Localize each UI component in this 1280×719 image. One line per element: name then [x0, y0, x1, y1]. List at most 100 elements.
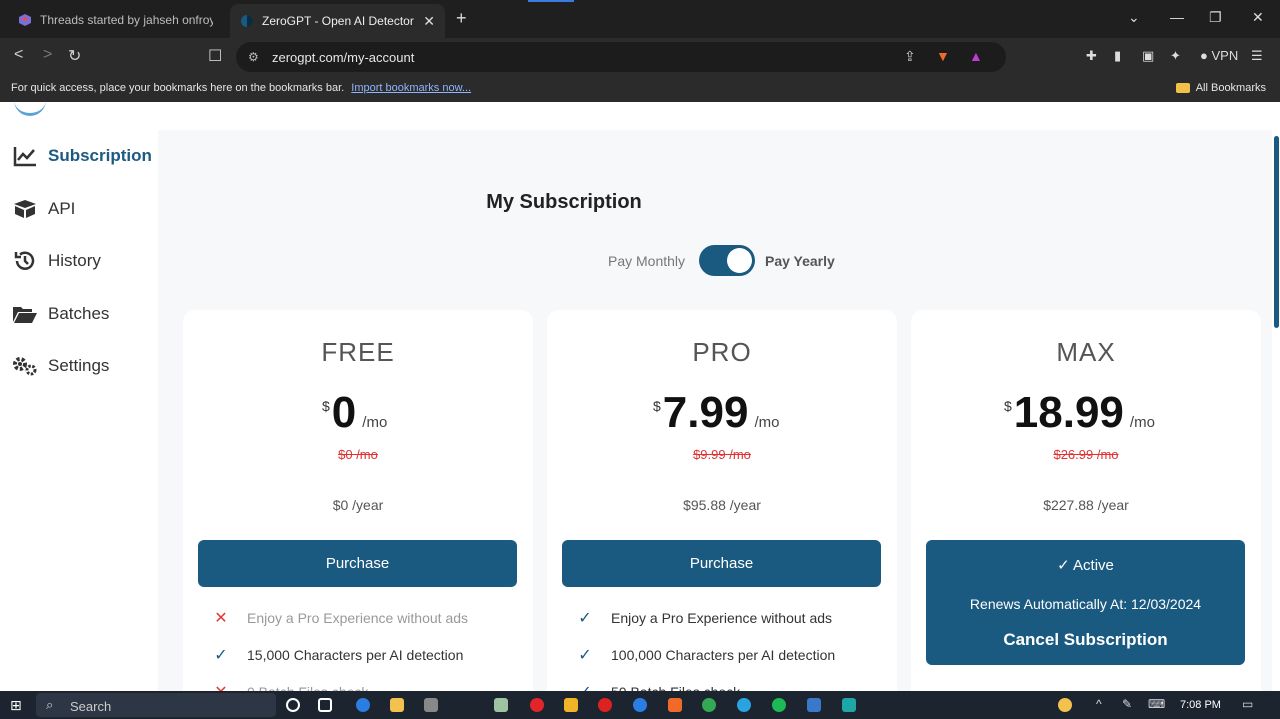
- vpn-label: VPN: [1211, 48, 1239, 63]
- forward-icon[interactable]: >: [43, 46, 52, 64]
- feature-item: ✓ 15,000 Characters per AI detection: [209, 645, 463, 665]
- price-amount: 0: [331, 388, 357, 437]
- page-scrollbar[interactable]: [1274, 136, 1279, 328]
- close-window-icon[interactable]: ✕: [1252, 9, 1264, 26]
- spotify-icon[interactable]: [772, 698, 786, 712]
- close-tab-icon[interactable]: ✕: [423, 13, 435, 30]
- search-placeholder: Search: [70, 699, 112, 714]
- check-icon: ✓: [578, 647, 592, 664]
- plan-price: $ 0 /mo: [322, 388, 387, 438]
- firefox-icon[interactable]: [633, 698, 647, 712]
- yearly-price: $227.88 /year: [1043, 497, 1129, 513]
- photos-icon[interactable]: [807, 698, 821, 712]
- history-icon: [12, 249, 38, 273]
- leo-ai-icon[interactable]: ✦: [1170, 48, 1181, 64]
- sidebar-item-history[interactable]: History: [12, 249, 101, 273]
- cortana-icon[interactable]: [286, 698, 300, 712]
- feature-item: ✓ Enjoy a Pro Experience without ads: [573, 608, 832, 628]
- old-price: $9.99 /mo: [693, 447, 751, 462]
- sidebar-item-label: Settings: [48, 356, 110, 375]
- reload-icon[interactable]: ↻: [68, 46, 81, 66]
- import-bookmarks-link[interactable]: Import bookmarks now...: [351, 82, 471, 94]
- notifications-icon[interactable]: ▭: [1242, 697, 1253, 711]
- bookmarks-hint: For quick access, place your bookmarks h…: [11, 82, 471, 94]
- restore-icon[interactable]: ❐: [1209, 9, 1222, 26]
- vpn-button[interactable]: ● VPN: [1200, 48, 1238, 63]
- brave-taskbar-icon[interactable]: [668, 698, 682, 712]
- tab-threads[interactable]: Threads started by jahseh onfroy | P: [8, 5, 223, 34]
- currency-symbol: $: [653, 398, 661, 414]
- feature-item: ✕ Enjoy a Pro Experience without ads: [209, 608, 468, 628]
- edge-icon[interactable]: [356, 698, 370, 712]
- extensions-icon[interactable]: ✚: [1086, 48, 1097, 64]
- wallet-icon[interactable]: ▣: [1142, 48, 1154, 64]
- minimize-icon[interactable]: —: [1170, 9, 1184, 25]
- billing-period-toggle[interactable]: [699, 245, 755, 276]
- page-title: My Subscription: [486, 191, 642, 213]
- address-bar[interactable]: ⚙ zerogpt.com/my-account ⇪ ▼ ▲: [236, 42, 1006, 72]
- telegram-icon[interactable]: [737, 698, 751, 712]
- keyboard-icon[interactable]: ⌨: [1148, 697, 1165, 711]
- active-subscription-panel: ✓ Active Renews Automatically At: 12/03/…: [926, 540, 1245, 665]
- notepad-icon[interactable]: [494, 698, 508, 712]
- tray-chevron-icon[interactable]: ^: [1096, 697, 1102, 711]
- taskbar-search[interactable]: ⌕ Search: [36, 693, 276, 717]
- task-view-icon[interactable]: [318, 698, 332, 712]
- price-period: /mo: [1129, 414, 1155, 431]
- sidebar-toggle-icon[interactable]: ▮: [1114, 48, 1121, 64]
- brave-rewards-icon[interactable]: ▲: [969, 48, 983, 64]
- currency-symbol: $: [322, 398, 330, 414]
- bookmarks-bar: For quick access, place your bookmarks h…: [0, 76, 1280, 102]
- share-icon[interactable]: ⇪: [904, 48, 916, 65]
- old-price: $0 /mo: [338, 447, 378, 462]
- all-bookmarks-button[interactable]: All Bookmarks: [1175, 82, 1266, 94]
- check-icon: ✓: [578, 610, 592, 627]
- folder-open-icon: [12, 302, 38, 326]
- app-icon[interactable]: [424, 698, 438, 712]
- purchase-pro-button[interactable]: Purchase: [562, 540, 881, 587]
- menu-icon[interactable]: ☰: [1251, 48, 1263, 64]
- all-bookmarks-label: All Bookmarks: [1195, 82, 1266, 94]
- opera-icon[interactable]: [530, 698, 544, 712]
- back-icon[interactable]: <: [14, 46, 23, 64]
- renewal-date: Renews Automatically At: 12/03/2024: [969, 596, 1202, 612]
- folder-icon: [1175, 83, 1190, 93]
- site-settings-icon[interactable]: ⚙: [248, 50, 259, 64]
- file-explorer-icon[interactable]: [390, 698, 404, 712]
- sidebar-item-subscription[interactable]: Subscription: [12, 144, 152, 168]
- sidebar-item-label: Batches: [48, 304, 110, 323]
- sidebar-item-label: Subscription: [48, 146, 152, 165]
- cancel-subscription-button[interactable]: Cancel Subscription: [926, 630, 1245, 650]
- record-app-icon[interactable]: [598, 698, 612, 712]
- browser-tab-strip: Threads started by jahseh onfroy | P Zer…: [0, 0, 1280, 38]
- pen-icon[interactable]: ✎: [1122, 697, 1132, 711]
- weather-icon[interactable]: [1058, 698, 1072, 712]
- sidebar-item-batches[interactable]: Batches: [12, 302, 109, 326]
- currency-symbol: $: [1004, 398, 1012, 414]
- new-tab-icon[interactable]: +: [456, 8, 467, 29]
- site-logo[interactable]: [14, 100, 46, 116]
- plan-price: $ 7.99 /mo: [653, 388, 779, 438]
- pay-yearly-label[interactable]: Pay Yearly: [765, 253, 835, 269]
- toggle-knob: [727, 248, 752, 273]
- purchase-free-button[interactable]: Purchase: [198, 540, 517, 587]
- yearly-price: $0 /year: [332, 497, 384, 513]
- windows-start-icon[interactable]: ⊞: [10, 697, 22, 714]
- sidebar-item-label: History: [48, 251, 101, 270]
- brave-shields-icon[interactable]: ▼: [936, 48, 950, 64]
- bookmark-icon[interactable]: ☐: [208, 46, 222, 66]
- chrome-icon[interactable]: [702, 698, 716, 712]
- active-status: ✓ Active: [1057, 557, 1114, 574]
- pay-monthly-label[interactable]: Pay Monthly: [608, 253, 685, 269]
- taskbar-clock[interactable]: 7:08 PM: [1180, 699, 1221, 711]
- app-s-icon[interactable]: [842, 698, 856, 712]
- tab-zerogpt[interactable]: ZeroGPT - Open AI Detector M ✕: [230, 4, 445, 38]
- search-icon: ⌕: [46, 697, 54, 712]
- vpn-status-icon: ●: [1200, 48, 1208, 63]
- badge-app-icon[interactable]: [564, 698, 578, 712]
- sidebar-item-settings[interactable]: Settings: [12, 354, 109, 378]
- plan-price: $ 18.99 /mo: [1004, 388, 1155, 438]
- tab-search-icon[interactable]: ⌄: [1128, 9, 1140, 26]
- forum-favicon-icon: [19, 13, 31, 26]
- feature-text: 100,000 Characters per AI detection: [611, 647, 836, 663]
